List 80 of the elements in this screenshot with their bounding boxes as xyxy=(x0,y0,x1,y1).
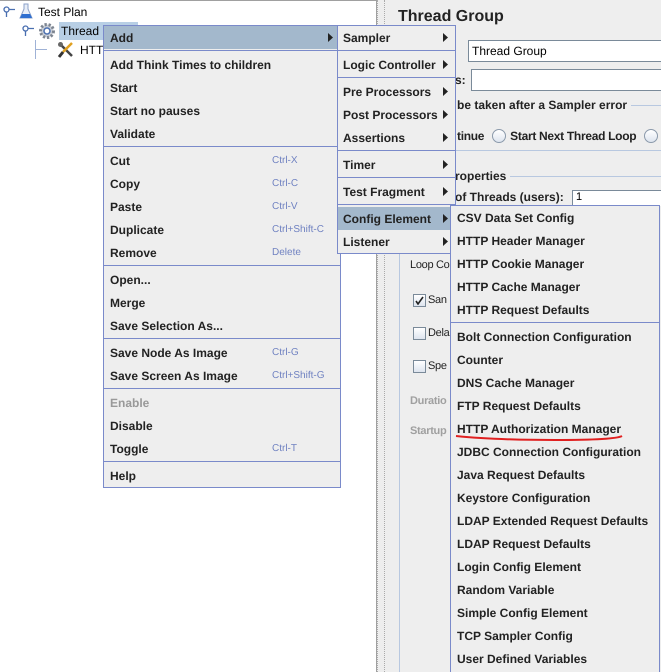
checkbox-label: San xyxy=(428,292,447,308)
shortcut-text: Ctrl+Shift-C xyxy=(272,223,324,237)
menu-item[interactable]: LDAP Request Defaults xyxy=(451,532,659,555)
menu-item[interactable]: JDBC Connection Configuration xyxy=(451,440,659,463)
checkbox[interactable] xyxy=(413,326,426,340)
menu-item[interactable]: DNS Cache Manager xyxy=(451,371,659,394)
shortcut-text: Ctrl-X xyxy=(272,154,298,168)
shortcut-text: Ctrl+Shift-G xyxy=(272,369,325,383)
checkbox[interactable] xyxy=(413,360,426,372)
checkbox[interactable] xyxy=(413,294,426,306)
menu-item[interactable]: Post Processors xyxy=(338,103,455,126)
expand-handle-icon[interactable] xyxy=(22,24,35,36)
tree-node[interactable]: Test Plan xyxy=(36,2,90,20)
menu-item[interactable]: Save Screen As Image Ctrl+Shift-G xyxy=(104,364,340,387)
menu-item[interactable]: Simple Config Element xyxy=(451,601,659,624)
menu-item[interactable]: HTTP Request Defaults xyxy=(451,298,659,321)
menu-item[interactable]: Merge xyxy=(104,291,340,314)
radio-label: Start Next Thread Loop xyxy=(510,128,636,145)
menu-item[interactable]: Java Request Defaults xyxy=(451,463,659,486)
menu-item[interactable]: User Defined Variables xyxy=(451,647,659,670)
checkbox-label: Spe xyxy=(428,358,447,374)
shortcut-text: Delete xyxy=(272,246,301,260)
wrench-screwdriver-icon xyxy=(57,40,75,58)
menu-item[interactable]: Assertions xyxy=(338,126,455,149)
checkbox-label: Dela xyxy=(428,326,450,341)
menu-item[interactable]: Random Variable xyxy=(451,578,659,601)
menu-item[interactable]: Start xyxy=(104,76,340,99)
menu-item[interactable]: Disable xyxy=(104,414,340,437)
menu-item[interactable]: Start no pauses xyxy=(104,99,340,122)
shortcut-text: Ctrl-C xyxy=(272,177,298,191)
section-heading: roperties xyxy=(455,168,506,185)
field-label: Startup xyxy=(410,424,446,439)
section-heading: be taken after a Sampler error xyxy=(457,97,628,114)
menu-item[interactable]: FTP Request Defaults xyxy=(451,394,659,417)
menu-item[interactable]: Login Config Element xyxy=(451,555,659,578)
menu-item[interactable]: Toggle Ctrl-T xyxy=(104,437,340,460)
shortcut-text: Ctrl-T xyxy=(272,442,297,456)
radio-button[interactable] xyxy=(492,129,506,143)
menu-item[interactable]: Save Node As Image Ctrl-G xyxy=(104,341,340,364)
field-label: of Threads (users): xyxy=(455,190,565,204)
panel-title: Thread Group xyxy=(397,7,505,26)
menu-item[interactable]: HTTP Cookie Manager xyxy=(451,252,659,275)
flask-icon xyxy=(19,3,33,20)
threads-field[interactable]: 1 xyxy=(572,190,661,206)
menu-item[interactable]: Validate xyxy=(104,122,340,145)
radio-label: tinue xyxy=(457,128,484,145)
shortcut-text: Ctrl-G xyxy=(272,346,299,360)
menu-item[interactable]: HTTP Authorization Manager xyxy=(451,417,659,440)
gear-icon xyxy=(38,22,56,40)
menu-item[interactable]: LDAP Extended Request Defaults xyxy=(451,509,659,532)
menu-item[interactable]: TCP Sampler Config xyxy=(451,624,659,647)
comments-field[interactable] xyxy=(470,69,661,91)
menu-item[interactable]: Timer xyxy=(338,153,455,176)
menu-item[interactable]: Cut Ctrl-X xyxy=(104,149,340,172)
menu-item[interactable]: Bolt Connection Configuration xyxy=(451,325,659,348)
menu-item[interactable]: Keystore Configuration xyxy=(451,486,659,509)
menu-item[interactable]: Help xyxy=(104,464,340,487)
menu-item[interactable]: Open... xyxy=(104,268,340,291)
field-label: Loop Co xyxy=(410,258,450,273)
menu-item[interactable]: Copy Ctrl-C xyxy=(104,172,340,195)
menu-item[interactable]: Paste Ctrl-V xyxy=(104,195,340,218)
field-label: Duratio xyxy=(410,394,446,409)
shortcut-text: Ctrl-V xyxy=(272,200,298,214)
field-label: s: xyxy=(455,72,466,89)
menu-item[interactable]: HTTP Cache Manager xyxy=(451,275,659,298)
menu-item[interactable]: Test Fragment xyxy=(338,180,455,203)
menu-item[interactable]: HTTP Header Manager xyxy=(451,229,659,252)
menu-item[interactable]: Save Selection As... xyxy=(104,314,340,337)
radio-button[interactable] xyxy=(644,129,658,143)
menu-item[interactable]: Pre Processors xyxy=(338,80,455,103)
menu-item[interactable]: Logic Controller xyxy=(338,53,455,76)
expand-handle-icon[interactable] xyxy=(3,6,16,18)
menu-item[interactable]: Add xyxy=(104,26,340,49)
menu-item[interactable]: Add Think Times to children xyxy=(104,53,340,76)
name-field[interactable]: Thread Group xyxy=(468,40,661,62)
menu-item[interactable]: Remove Delete xyxy=(104,241,340,264)
menu-item[interactable]: Sampler xyxy=(338,26,455,49)
tree-node[interactable]: HTT xyxy=(78,40,106,58)
menu-item[interactable]: Duplicate Ctrl+Shift-C xyxy=(104,218,340,241)
menu-item[interactable]: Counter xyxy=(451,348,659,371)
